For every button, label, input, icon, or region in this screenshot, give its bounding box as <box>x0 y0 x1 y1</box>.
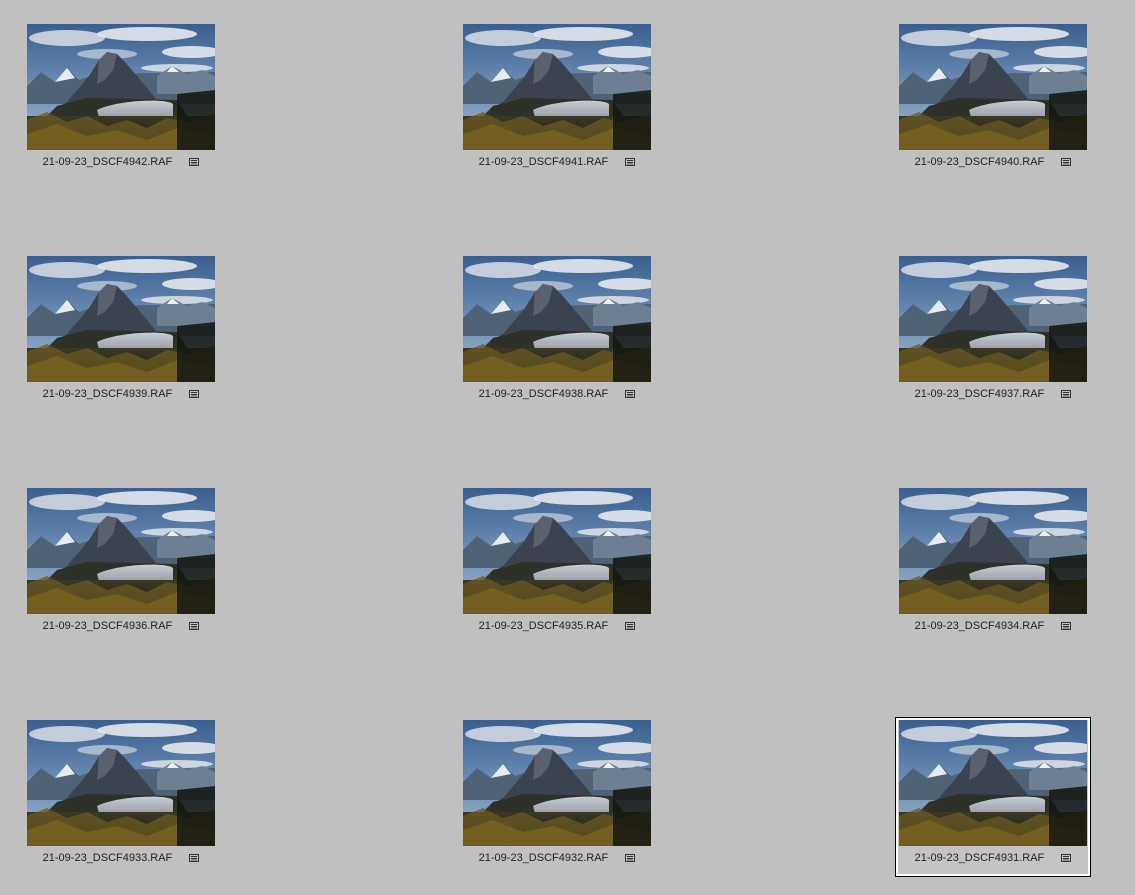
photo-thumbnail <box>899 256 1087 382</box>
metadata-icon[interactable] <box>625 390 636 399</box>
thumbnail-cell[interactable]: 21-09-23_DSCF4931.RAF <box>896 718 1090 876</box>
thumbnail-cell[interactable]: 21-09-23_DSCF4942.RAF <box>26 24 216 178</box>
metadata-icon[interactable] <box>1061 158 1072 167</box>
thumbnail-caption: 21-09-23_DSCF4933.RAF <box>26 852 216 868</box>
thumbnail-cell[interactable]: 21-09-23_DSCF4932.RAF <box>462 720 652 874</box>
metadata-icon[interactable] <box>189 622 200 631</box>
thumbnail-caption: 21-09-23_DSCF4932.RAF <box>462 852 652 868</box>
thumbnail-cell[interactable]: 21-09-23_DSCF4938.RAF <box>462 256 652 410</box>
photo-thumbnail <box>463 488 651 614</box>
file-name: 21-09-23_DSCF4939.RAF <box>42 388 173 401</box>
photo-thumbnail <box>899 24 1087 150</box>
thumbnail-cell[interactable]: 21-09-23_DSCF4934.RAF <box>898 488 1088 642</box>
thumbnail-caption: 21-09-23_DSCF4939.RAF <box>26 388 216 404</box>
thumbnail-caption: 21-09-23_DSCF4935.RAF <box>462 620 652 636</box>
thumbnail-grid: 21-09-23_DSCF4942.RAF 21-09-23_DSCF4941.… <box>0 0 1135 895</box>
metadata-icon[interactable] <box>625 854 636 863</box>
file-name: 21-09-23_DSCF4936.RAF <box>42 620 173 633</box>
metadata-icon[interactable] <box>1061 854 1072 863</box>
thumbnail-caption: 21-09-23_DSCF4940.RAF <box>898 156 1088 172</box>
thumbnail-caption: 21-09-23_DSCF4942.RAF <box>26 156 216 172</box>
file-name: 21-09-23_DSCF4933.RAF <box>42 852 173 865</box>
file-name: 21-09-23_DSCF4941.RAF <box>478 156 609 169</box>
thumbnail-caption: 21-09-23_DSCF4936.RAF <box>26 620 216 636</box>
photo-thumbnail <box>899 720 1087 846</box>
metadata-icon[interactable] <box>1061 390 1072 399</box>
thumbnail-cell[interactable]: 21-09-23_DSCF4939.RAF <box>26 256 216 410</box>
metadata-icon[interactable] <box>189 158 200 167</box>
metadata-icon[interactable] <box>189 854 200 863</box>
file-name: 21-09-23_DSCF4937.RAF <box>914 388 1045 401</box>
metadata-icon[interactable] <box>625 622 636 631</box>
thumbnail-caption: 21-09-23_DSCF4931.RAF <box>898 852 1088 868</box>
photo-thumbnail <box>27 720 215 846</box>
file-name: 21-09-23_DSCF4935.RAF <box>478 620 609 633</box>
thumbnail-caption: 21-09-23_DSCF4941.RAF <box>462 156 652 172</box>
file-name: 21-09-23_DSCF4938.RAF <box>478 388 609 401</box>
photo-thumbnail <box>899 488 1087 614</box>
thumbnail-cell[interactable]: 21-09-23_DSCF4937.RAF <box>898 256 1088 410</box>
thumbnail-caption: 21-09-23_DSCF4938.RAF <box>462 388 652 404</box>
file-name: 21-09-23_DSCF4940.RAF <box>914 156 1045 169</box>
thumbnail-cell[interactable]: 21-09-23_DSCF4941.RAF <box>462 24 652 178</box>
thumbnail-cell[interactable]: 21-09-23_DSCF4936.RAF <box>26 488 216 642</box>
photo-thumbnail <box>27 24 215 150</box>
photo-thumbnail <box>27 488 215 614</box>
file-name: 21-09-23_DSCF4932.RAF <box>478 852 609 865</box>
thumbnail-cell[interactable]: 21-09-23_DSCF4935.RAF <box>462 488 652 642</box>
thumbnail-caption: 21-09-23_DSCF4934.RAF <box>898 620 1088 636</box>
metadata-icon[interactable] <box>1061 622 1072 631</box>
photo-thumbnail <box>463 256 651 382</box>
file-name: 21-09-23_DSCF4934.RAF <box>914 620 1045 633</box>
thumbnail-cell[interactable]: 21-09-23_DSCF4940.RAF <box>898 24 1088 178</box>
thumbnail-cell[interactable]: 21-09-23_DSCF4933.RAF <box>26 720 216 874</box>
metadata-icon[interactable] <box>625 158 636 167</box>
photo-thumbnail <box>27 256 215 382</box>
file-name: 21-09-23_DSCF4942.RAF <box>42 156 173 169</box>
photo-thumbnail <box>463 720 651 846</box>
photo-thumbnail <box>463 24 651 150</box>
metadata-icon[interactable] <box>189 390 200 399</box>
file-name: 21-09-23_DSCF4931.RAF <box>914 852 1045 865</box>
thumbnail-caption: 21-09-23_DSCF4937.RAF <box>898 388 1088 404</box>
